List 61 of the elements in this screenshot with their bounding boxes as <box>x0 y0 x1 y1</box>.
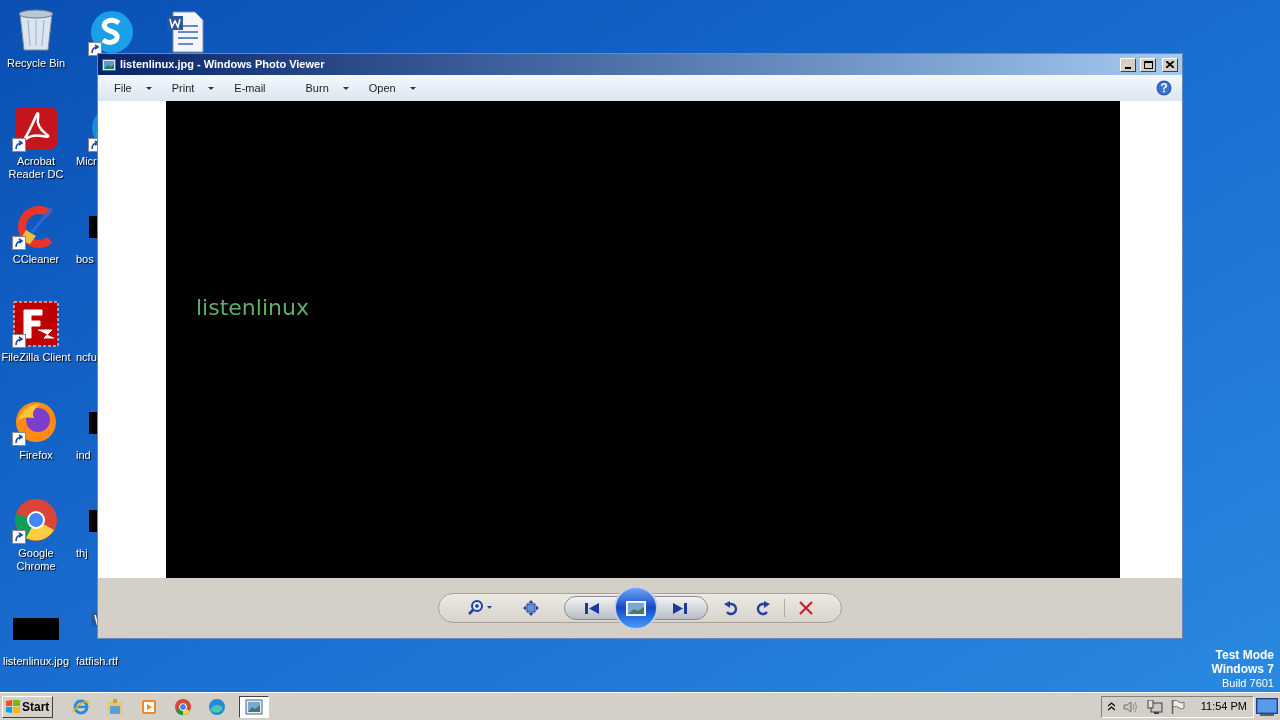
fz-logo-icon[interactable] <box>12 300 60 348</box>
maximize-button[interactable] <box>1140 57 1156 72</box>
icon-label[interactable]: Firefox <box>1 449 71 462</box>
zoom-in-icon <box>467 600 493 616</box>
help-icon[interactable] <box>1156 80 1172 96</box>
taskbar-button[interactable] <box>239 695 270 718</box>
clock[interactable]: 11:54 PM <box>1200 698 1247 715</box>
windows-logo-icon <box>6 700 20 713</box>
close-button[interactable] <box>1162 57 1178 72</box>
slideshow-button[interactable] <box>614 586 658 630</box>
icon-label[interactable]: Micr <box>76 155 97 168</box>
icon-label[interactable]: fatfish.rtf <box>76 655 119 668</box>
icon-label[interactable]: FileZilla Client <box>1 351 71 364</box>
fit-to-window-icon <box>522 600 541 616</box>
icon-label[interactable]: CCleaner <box>1 253 71 266</box>
next-button[interactable] <box>652 596 708 620</box>
minimize-icon <box>1125 66 1131 69</box>
folder-icon <box>106 697 125 716</box>
icon-label[interactable]: bos <box>76 253 94 266</box>
icon-label[interactable]: Google Chrome <box>1 547 71 573</box>
icon-label[interactable]: ncfu <box>76 351 97 364</box>
menu-button[interactable]: E-mail <box>230 78 270 98</box>
network-icon[interactable] <box>1146 699 1163 714</box>
previous-button[interactable] <box>564 596 620 620</box>
icon-label[interactable]: ind <box>76 449 91 462</box>
delete-button[interactable] <box>799 601 813 615</box>
next-icon <box>673 602 687 614</box>
menu-button[interactable]: Burn <box>301 78 353 98</box>
watermark-text: Test Mode <box>1215 648 1274 662</box>
menu-button[interactable]: File <box>110 78 156 98</box>
close-icon <box>1166 61 1174 68</box>
image-text: listenlinux <box>196 295 309 320</box>
icon-label[interactable]: Acrobat Reader DC <box>1 155 71 181</box>
chrome-logo-icon <box>174 697 193 716</box>
chrome-logo-icon[interactable] <box>12 496 60 544</box>
menu-button[interactable]: Open <box>364 78 420 98</box>
rotate-left-button[interactable] <box>724 600 738 616</box>
pdf-icon[interactable] <box>12 104 60 152</box>
play-icon <box>140 697 159 716</box>
menu-button[interactable]: Print <box>167 78 219 98</box>
watermark-text: Build 7601 <box>1222 676 1274 690</box>
rotate-counterclockwise-icon <box>724 600 738 616</box>
chevron-up-icon[interactable] <box>1107 702 1115 711</box>
flag-icon[interactable] <box>1170 699 1185 714</box>
rotate-clockwise-icon <box>756 600 770 616</box>
delete-icon <box>799 601 813 615</box>
watermark-text: Windows 7 <box>1211 662 1274 676</box>
start-button[interactable]: Start <box>2 695 54 718</box>
icon-label[interactable]: thj <box>76 547 88 560</box>
maximize-icon <box>1143 60 1153 69</box>
previous-icon <box>585 602 599 614</box>
photo-icon <box>102 58 116 71</box>
icon-label[interactable]: listenlinux.jpg <box>1 655 71 668</box>
icon-label[interactable]: Recycle Bin <box>1 57 71 70</box>
photo-icon <box>245 697 264 716</box>
minimize-button[interactable] <box>1120 57 1136 72</box>
window-title: listenlinux.jpg - Windows Photo Viewer <box>120 57 325 73</box>
show-desktop-icon[interactable] <box>1256 697 1278 716</box>
internet-explorer-icon <box>72 697 91 716</box>
slideshow-icon <box>626 600 646 616</box>
rotate-right-button[interactable] <box>756 600 770 616</box>
